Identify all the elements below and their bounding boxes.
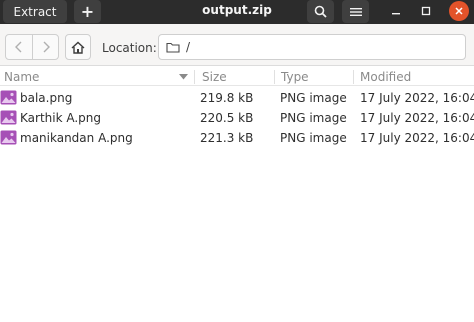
file-type: PNG image xyxy=(280,91,347,105)
column-separator[interactable] xyxy=(353,70,354,84)
search-icon xyxy=(314,5,327,18)
column-header-type[interactable]: Type xyxy=(281,70,309,84)
file-name: manikandan A.png xyxy=(20,131,133,145)
column-separator[interactable] xyxy=(194,70,195,84)
file-size: 221.3 kB xyxy=(200,131,254,145)
minimize-button[interactable] xyxy=(386,0,406,22)
minimize-icon xyxy=(392,13,400,15)
navigation-buttons xyxy=(5,34,59,60)
column-header-name[interactable]: Name xyxy=(4,70,39,84)
back-button[interactable] xyxy=(6,35,32,59)
extract-button[interactable]: Extract xyxy=(3,0,67,23)
window-title: output.zip xyxy=(202,3,272,17)
close-button[interactable] xyxy=(449,1,469,21)
location-label: Location: xyxy=(102,41,157,55)
location-toolbar: Location: / xyxy=(0,24,474,66)
column-header-size[interactable]: Size xyxy=(202,70,227,84)
maximize-button[interactable] xyxy=(416,0,436,22)
chevron-right-icon xyxy=(43,41,50,53)
file-size: 220.5 kB xyxy=(200,111,254,125)
file-modified: 17 July 2022, 16:04 xyxy=(360,91,474,105)
file-type: PNG image xyxy=(280,131,347,145)
search-button[interactable] xyxy=(307,0,334,23)
image-file-icon xyxy=(0,110,17,125)
file-name: Karthik A.png xyxy=(20,111,102,125)
file-type: PNG image xyxy=(280,111,347,125)
file-modified: 17 July 2022, 16:04 xyxy=(360,111,474,125)
forward-button[interactable] xyxy=(32,35,58,59)
file-row[interactable]: Karthik A.png 220.5 kB PNG image 17 July… xyxy=(0,108,474,128)
chevron-left-icon xyxy=(15,41,22,53)
hamburger-menu-icon xyxy=(349,7,362,16)
maximize-icon xyxy=(421,6,431,16)
location-path: / xyxy=(186,40,191,54)
add-files-button[interactable]: + xyxy=(74,0,101,23)
image-file-icon xyxy=(0,90,17,105)
file-row[interactable]: manikandan A.png 221.3 kB PNG image 17 J… xyxy=(0,128,474,148)
file-modified: 17 July 2022, 16:04 xyxy=(360,131,474,145)
file-size: 219.8 kB xyxy=(200,91,254,105)
menu-button[interactable] xyxy=(342,0,369,23)
file-row[interactable]: bala.png 219.8 kB PNG image 17 July 2022… xyxy=(0,88,474,108)
column-header-bar: Name Size Type Modified xyxy=(0,68,474,86)
column-header-modified[interactable]: Modified xyxy=(360,70,411,84)
column-separator[interactable] xyxy=(274,70,275,84)
file-name: bala.png xyxy=(20,91,73,105)
close-icon xyxy=(455,7,463,15)
home-icon xyxy=(71,41,85,54)
folder-icon xyxy=(166,42,180,53)
header-bar: Extract + output.zip xyxy=(0,0,474,24)
image-file-icon xyxy=(0,130,17,145)
home-button[interactable] xyxy=(65,34,91,60)
location-field[interactable]: / xyxy=(158,34,466,60)
sort-down-arrow-icon xyxy=(179,74,188,80)
